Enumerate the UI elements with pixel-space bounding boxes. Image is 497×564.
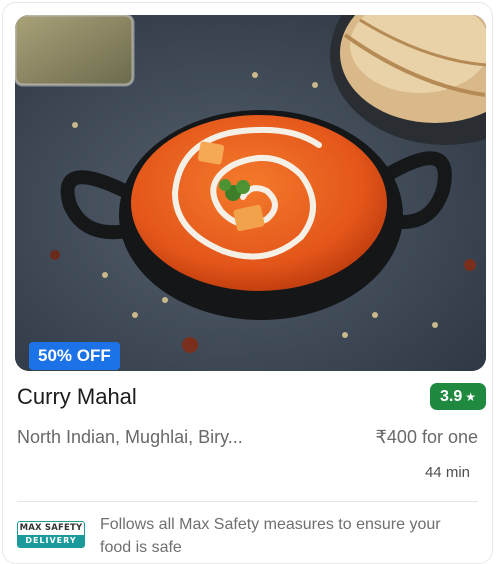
safety-logo-top: MAX SAFETY xyxy=(19,523,83,533)
food-photo xyxy=(15,15,486,371)
restaurant-card[interactable]: 50% OFF Curry Mahal 3.9 ★ North Indian, … xyxy=(2,2,493,564)
rating-badge: 3.9 ★ xyxy=(430,383,486,410)
divider xyxy=(17,501,478,502)
delivery-time: 44 min xyxy=(424,464,470,481)
star-icon: ★ xyxy=(465,389,476,404)
safety-logo-bottom: DELIVERY xyxy=(18,535,84,547)
rating-value: 3.9 xyxy=(439,387,463,405)
restaurant-name[interactable]: Curry Mahal xyxy=(17,384,137,410)
cuisine-list: North Indian, Mughlai, Biry... xyxy=(17,427,243,447)
max-safety-logo: MAX SAFETY DELIVERY xyxy=(17,521,85,548)
price-for-one: ₹400 for one xyxy=(375,427,478,447)
discount-badge: 50% OFF xyxy=(29,342,120,370)
safety-message: Follows all Max Safety measures to ensur… xyxy=(100,516,441,556)
restaurant-image[interactable]: 50% OFF xyxy=(15,15,486,371)
